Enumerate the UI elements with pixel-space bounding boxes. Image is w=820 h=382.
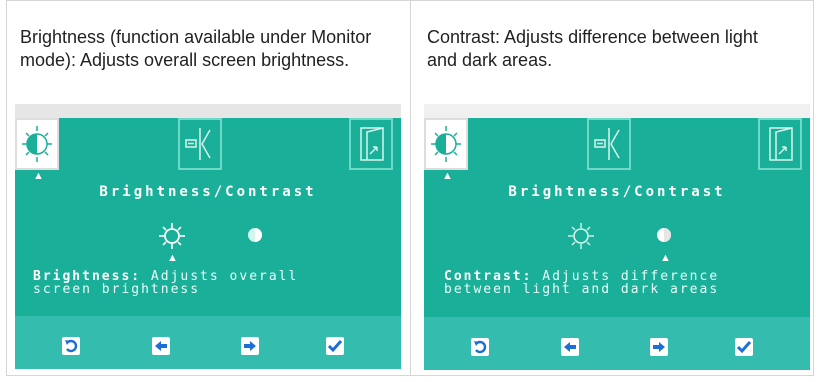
exit-icon [769,127,793,161]
half-moon-icon[interactable] [246,226,264,244]
osd-menu-title: Brightness/Contrast [508,184,726,200]
brightness-contrast-icon [431,126,461,162]
right-arrow-icon [653,342,665,352]
back-button[interactable] [471,338,489,356]
left-button[interactable] [152,337,170,355]
brightness-contrast-tab[interactable] [15,118,59,170]
osd-description: Contrast: Adjusts difference between lig… [444,269,720,297]
panel-contrast: Contrast: Adjusts difference between lig… [411,0,815,376]
sub-selection-arrow: ▲ [660,252,671,264]
right-button[interactable] [241,337,259,355]
brightness-contrast-tab[interactable] [424,118,468,170]
left-arrow-icon [564,342,576,352]
check-icon [327,340,343,353]
input-source-tab[interactable] [587,118,631,170]
tab-selection-arrow: ▲ [33,170,44,182]
exit-tab[interactable] [349,118,393,170]
back-button[interactable] [62,337,80,355]
half-moon-icon[interactable] [655,226,673,244]
input-source-tab[interactable] [178,118,222,170]
sub-selection-arrow: ▲ [167,252,178,264]
confirm-button[interactable] [735,338,753,356]
osd-menu-title: Brightness/Contrast [99,184,317,200]
left-arrow-icon [155,341,167,351]
right-button[interactable] [650,338,668,356]
input-source-icon [185,128,211,160]
osd-screen: ▲ Brightness/Contrast [424,104,810,370]
panel-caption: Contrast: Adjusts difference between lig… [427,27,758,70]
sun-icon[interactable] [567,222,595,250]
osd-nav-bar [15,316,401,369]
exit-tab[interactable] [758,118,802,170]
sun-icon[interactable] [158,222,186,250]
osd-nav-bar [424,317,810,370]
panel-caption: Brightness (function available under Mon… [20,27,372,70]
right-arrow-icon [244,341,256,351]
check-icon [736,341,752,354]
left-button[interactable] [561,338,579,356]
back-icon [474,340,487,354]
brightness-contrast-icon [22,126,52,162]
panel-brightness: Brightness (function available under Mon… [6,0,410,376]
tab-selection-arrow: ▲ [442,170,453,182]
exit-icon [360,127,384,161]
osd-screen: ▲ Brightness/Contrast [15,104,401,369]
back-icon [65,339,78,353]
osd-description: Brightness: Adjusts overall screen brigh… [33,269,299,297]
input-source-icon [594,128,620,160]
confirm-button[interactable] [326,337,344,355]
